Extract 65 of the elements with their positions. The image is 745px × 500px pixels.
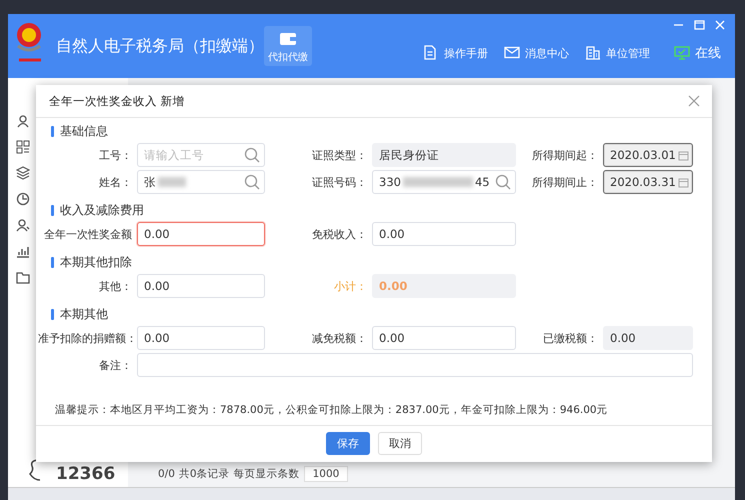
input-field[interactable]: 330 45 — [372, 170, 516, 194]
input-field[interactable]: 0.00 — [137, 274, 265, 298]
cancel-button[interactable]: 取消 — [378, 432, 422, 454]
search-icon — [244, 147, 260, 163]
input-field[interactable] — [137, 353, 693, 377]
input-field[interactable]: 0.00 — [372, 326, 516, 350]
hotline-number: 12366 — [56, 465, 116, 484]
input-field: 居民身份证 — [372, 143, 516, 167]
field-label: 减免税额： — [311, 330, 368, 346]
person-icon — [16, 114, 30, 128]
section-marker — [51, 204, 54, 216]
calendar-icon — [678, 150, 689, 160]
field-label: 准予扣除的捐赠额： — [38, 330, 135, 346]
close-button[interactable] — [688, 94, 702, 108]
input-field[interactable]: 0.00 — [372, 222, 516, 246]
dialog-title: 全年一次性奖金收入 新增 — [49, 94, 186, 108]
building-icon — [585, 45, 601, 61]
field-label: 姓名： — [98, 174, 133, 190]
field-label: 其他： — [98, 278, 133, 294]
record-count: 共0条记录 — [178, 467, 230, 481]
section-marker — [51, 308, 54, 320]
field-label: 所得期间起： — [531, 148, 599, 162]
grid-icon — [16, 140, 30, 154]
field-label: 工号： — [98, 148, 133, 162]
hint-text: 温馨提示：本地区月平均工资为：7878.00元，公积金可扣除上限为：2837.00元，年金可扣除上限为：946.00元 — [55, 403, 609, 417]
section-marker — [51, 126, 54, 136]
field-label: 免税收入： — [311, 226, 368, 242]
search-icon — [244, 174, 260, 190]
maximize-icon — [694, 20, 705, 30]
page-indicator: 0/0 — [158, 468, 175, 480]
save-button[interactable]: 保存 — [326, 432, 370, 454]
wallet-icon — [279, 30, 297, 46]
input-field[interactable]: 张 — [137, 170, 265, 194]
field-label: 全年一次性奖金额 — [43, 226, 133, 242]
section-title: 本期其他 — [60, 306, 108, 322]
section-title: 本期其他扣除 — [60, 254, 132, 270]
input-field[interactable]: 0.00 — [137, 326, 265, 350]
field-label: 证照号码： — [311, 174, 368, 190]
input-field[interactable]: 2020.03.01 — [603, 143, 693, 167]
page-size-field[interactable]: 1000 — [304, 466, 348, 482]
calendar-icon — [678, 176, 689, 188]
close-icon — [688, 95, 700, 107]
input-field[interactable]: 2020.03.31 — [603, 170, 693, 194]
field-label: 已缴税额： — [542, 330, 599, 346]
input-field: 0.00 — [603, 326, 693, 350]
field-label: 小计： — [333, 278, 368, 294]
section-title: 基础信息 — [60, 122, 108, 140]
app-title: 自然人电子税务局（扣缴端） — [56, 36, 262, 56]
field-label: 所得期间止： — [531, 174, 599, 190]
mail-icon — [504, 45, 520, 61]
folder-icon — [16, 270, 30, 284]
input-field[interactable]: 0.00 — [137, 222, 265, 246]
input-field: 0.00 — [372, 274, 516, 298]
user-icon — [16, 218, 30, 232]
section-title: 收入及减除费用 — [60, 202, 144, 218]
field-label: 备注： — [98, 358, 133, 372]
page-size-label: 每页显示条数 — [234, 467, 300, 481]
section-marker — [51, 256, 54, 268]
layers-icon — [16, 166, 30, 180]
monitor-icon — [674, 45, 690, 61]
search-icon — [495, 174, 511, 190]
field-label: 证照类型： — [311, 148, 368, 162]
chart-icon — [16, 244, 30, 258]
clock-icon — [16, 192, 30, 206]
close-icon — [715, 20, 725, 30]
